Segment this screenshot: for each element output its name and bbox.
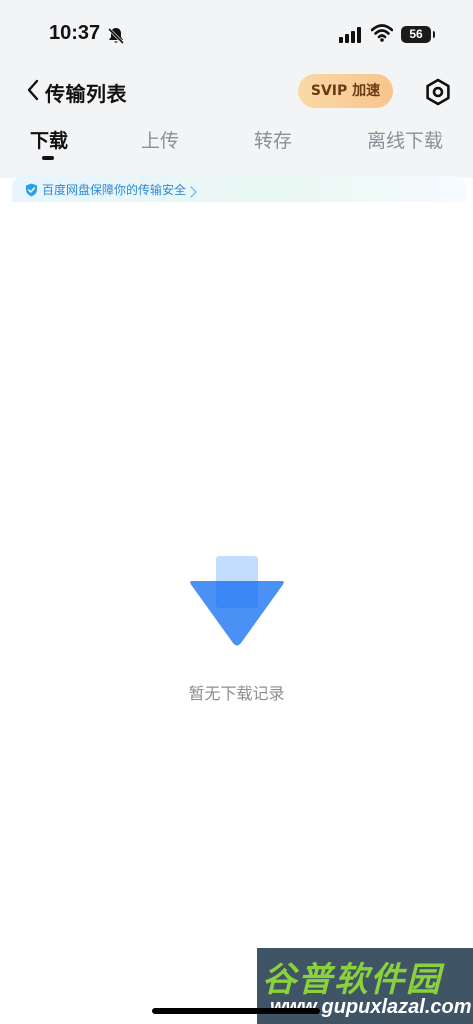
home-indicator[interactable] xyxy=(152,1008,320,1014)
page-title: 传输列表 xyxy=(45,82,127,106)
cellular-signal-icon xyxy=(339,27,363,47)
empty-state-text: 暂无下载记录 xyxy=(188,684,285,703)
download-arrow-icon xyxy=(188,555,286,653)
security-notice-text[interactable]: 百度网盘保障你的传输安全 xyxy=(42,181,186,198)
transfer-tabs: 下载 上传 转存 离线下载 xyxy=(0,126,473,166)
bell-slash-icon xyxy=(106,26,126,50)
chevron-left-icon[interactable] xyxy=(26,79,40,105)
tab-offline-download[interactable]: 离线下载 xyxy=(367,126,443,153)
battery-level: 56 xyxy=(409,27,423,41)
settings-icon[interactable] xyxy=(424,78,452,110)
tab-upload[interactable]: 上传 xyxy=(141,126,179,153)
shield-check-icon xyxy=(25,182,38,201)
status-time: 10:37 xyxy=(49,22,101,44)
battery-tip xyxy=(433,31,435,38)
tab-save[interactable]: 转存 xyxy=(254,126,292,153)
tab-active-indicator xyxy=(42,156,54,160)
svip-boost-button[interactable]: SVIP 加速 xyxy=(298,74,393,108)
battery-icon: 56 xyxy=(401,26,431,43)
watermark-logo: 谷普软件园 xyxy=(262,960,442,1000)
chevron-right-icon xyxy=(190,183,197,202)
wifi-icon xyxy=(370,24,394,46)
tab-download[interactable]: 下载 xyxy=(30,126,68,153)
